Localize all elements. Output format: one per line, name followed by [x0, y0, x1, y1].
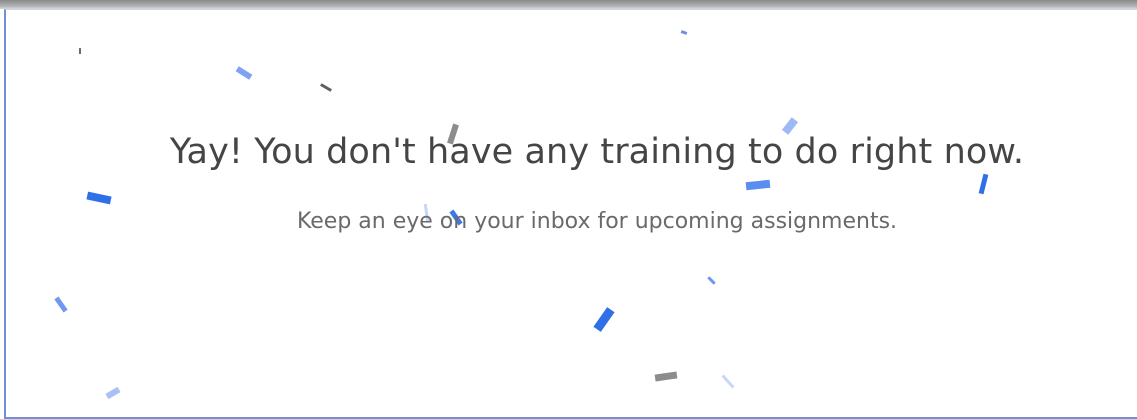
training-empty-panel: Yay! You don't have any training to do r…: [4, 9, 1137, 419]
empty-state: Yay! You don't have any training to do r…: [6, 10, 1137, 417]
empty-state-subtext: Keep an eye on your inbox for upcoming a…: [296, 209, 898, 234]
empty-state-headline: Yay! You don't have any training to do r…: [169, 132, 1025, 172]
window-top-shadow: [0, 0, 1137, 9]
